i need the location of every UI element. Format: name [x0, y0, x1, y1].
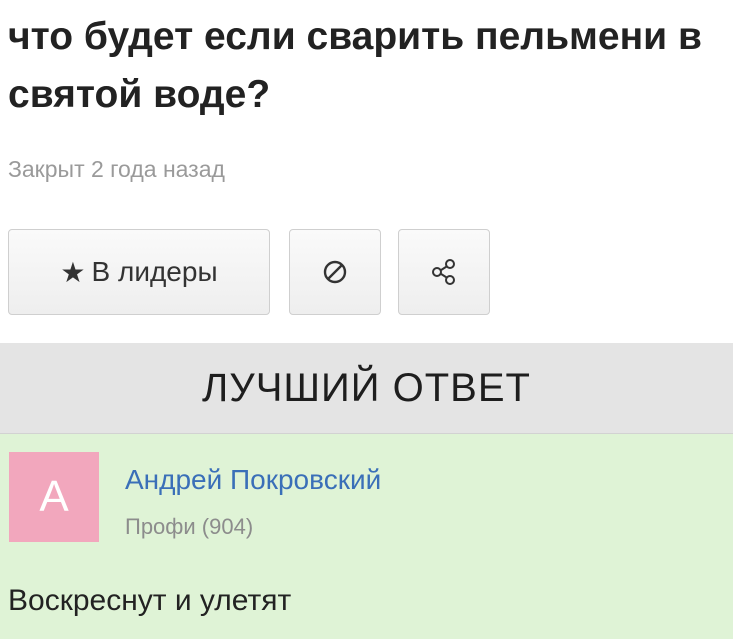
- question-status: Закрыт 2 года назад: [8, 156, 225, 182]
- block-icon: [323, 260, 347, 284]
- share-button[interactable]: [398, 229, 490, 315]
- best-answer-header: ЛУЧШИЙ ОТВЕТ: [0, 343, 733, 434]
- answer-text: Воскреснут и улетят: [8, 584, 292, 617]
- to-leaders-label: В лидеры: [91, 256, 218, 287]
- author-name-link[interactable]: Андрей Покровский: [125, 464, 381, 496]
- share-icon: [432, 259, 455, 285]
- question-page: что будет если сварить пельмени в святой…: [0, 0, 733, 639]
- best-answer: A Андрей Покровский Профи (904) Воскресн…: [0, 434, 733, 639]
- star-icon: ★: [60, 256, 86, 288]
- to-leaders-button[interactable]: ★ В лидеры: [8, 229, 270, 315]
- author-rank: Профи (904): [125, 514, 254, 539]
- avatar[interactable]: A: [9, 452, 99, 542]
- block-button[interactable]: [289, 229, 381, 315]
- question-title: что будет если сварить пельмени в святой…: [8, 15, 702, 116]
